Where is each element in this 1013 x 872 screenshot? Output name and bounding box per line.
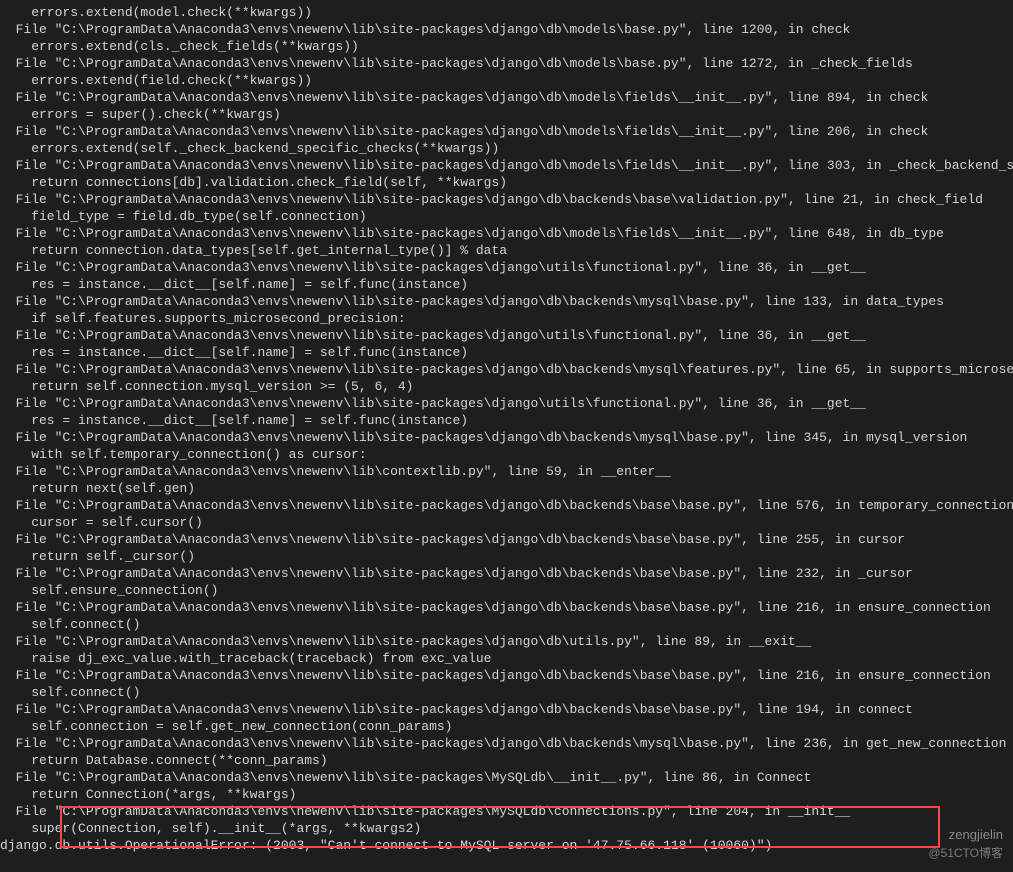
traceback-line: self.ensure_connection() bbox=[0, 582, 1013, 599]
traceback-line: res = instance.__dict__[self.name] = sel… bbox=[0, 412, 1013, 429]
traceback-line: File "C:\ProgramData\Anaconda3\envs\newe… bbox=[0, 633, 1013, 650]
traceback-line: errors.extend(self._check_backend_specif… bbox=[0, 140, 1013, 157]
traceback-line: File "C:\ProgramData\Anaconda3\envs\newe… bbox=[0, 497, 1013, 514]
traceback-line: File "C:\ProgramData\Anaconda3\envs\newe… bbox=[0, 395, 1013, 412]
traceback-line: errors = super().check(**kwargs) bbox=[0, 106, 1013, 123]
traceback-line: if self.features.supports_microsecond_pr… bbox=[0, 310, 1013, 327]
traceback-line: self.connection = self.get_new_connectio… bbox=[0, 718, 1013, 735]
traceback-line: File "C:\ProgramData\Anaconda3\envs\newe… bbox=[0, 361, 1013, 378]
traceback-line: File "C:\ProgramData\Anaconda3\envs\newe… bbox=[0, 701, 1013, 718]
traceback-line: field_type = field.db_type(self.connecti… bbox=[0, 208, 1013, 225]
traceback-line: File "C:\ProgramData\Anaconda3\envs\newe… bbox=[0, 531, 1013, 548]
traceback-line: errors.extend(field.check(**kwargs)) bbox=[0, 72, 1013, 89]
traceback-line: with self.temporary_connection() as curs… bbox=[0, 446, 1013, 463]
traceback-line: res = instance.__dict__[self.name] = sel… bbox=[0, 276, 1013, 293]
traceback-line: File "C:\ProgramData\Anaconda3\envs\newe… bbox=[0, 667, 1013, 684]
traceback-line: File "C:\ProgramData\Anaconda3\envs\newe… bbox=[0, 463, 1013, 480]
traceback-line: File "C:\ProgramData\Anaconda3\envs\newe… bbox=[0, 225, 1013, 242]
traceback-line: res = instance.__dict__[self.name] = sel… bbox=[0, 344, 1013, 361]
traceback-line: self.connect() bbox=[0, 616, 1013, 633]
traceback-line: File "C:\ProgramData\Anaconda3\envs\newe… bbox=[0, 21, 1013, 38]
traceback-line: cursor = self.cursor() bbox=[0, 514, 1013, 531]
traceback-line: return Database.connect(**conn_params) bbox=[0, 752, 1013, 769]
traceback-line: super(Connection, self).__init__(*args, … bbox=[0, 820, 1013, 837]
traceback-line: django.db.utils.OperationalError: (2003,… bbox=[0, 837, 1013, 854]
traceback-line: return connections[db].validation.check_… bbox=[0, 174, 1013, 191]
traceback-line: File "C:\ProgramData\Anaconda3\envs\newe… bbox=[0, 769, 1013, 786]
traceback-line: File "C:\ProgramData\Anaconda3\envs\newe… bbox=[0, 565, 1013, 582]
traceback-line: File "C:\ProgramData\Anaconda3\envs\newe… bbox=[0, 327, 1013, 344]
traceback-line: return connection.data_types[self.get_in… bbox=[0, 242, 1013, 259]
traceback-line: self.connect() bbox=[0, 684, 1013, 701]
traceback-line: File "C:\ProgramData\Anaconda3\envs\newe… bbox=[0, 293, 1013, 310]
traceback-line: File "C:\ProgramData\Anaconda3\envs\newe… bbox=[0, 55, 1013, 72]
traceback-line: File "C:\ProgramData\Anaconda3\envs\newe… bbox=[0, 599, 1013, 616]
traceback-line: File "C:\ProgramData\Anaconda3\envs\newe… bbox=[0, 429, 1013, 446]
traceback-line: File "C:\ProgramData\Anaconda3\envs\newe… bbox=[0, 735, 1013, 752]
traceback-line: File "C:\ProgramData\Anaconda3\envs\newe… bbox=[0, 259, 1013, 276]
traceback-line: errors.extend(model.check(**kwargs)) bbox=[0, 4, 1013, 21]
traceback-line: errors.extend(cls._check_fields(**kwargs… bbox=[0, 38, 1013, 55]
traceback-line: raise dj_exc_value.with_traceback(traceb… bbox=[0, 650, 1013, 667]
traceback-line: File "C:\ProgramData\Anaconda3\envs\newe… bbox=[0, 123, 1013, 140]
traceback-line: return self.connection.mysql_version >= … bbox=[0, 378, 1013, 395]
traceback-line: File "C:\ProgramData\Anaconda3\envs\newe… bbox=[0, 191, 1013, 208]
traceback-line: File "C:\ProgramData\Anaconda3\envs\newe… bbox=[0, 89, 1013, 106]
traceback-line: return Connection(*args, **kwargs) bbox=[0, 786, 1013, 803]
traceback-line: File "C:\ProgramData\Anaconda3\envs\newe… bbox=[0, 157, 1013, 174]
traceback-line: File "C:\ProgramData\Anaconda3\envs\newe… bbox=[0, 803, 1013, 820]
terminal-output[interactable]: errors.extend(model.check(**kwargs)) Fil… bbox=[0, 0, 1013, 854]
traceback-line: return self._cursor() bbox=[0, 548, 1013, 565]
traceback-line: return next(self.gen) bbox=[0, 480, 1013, 497]
